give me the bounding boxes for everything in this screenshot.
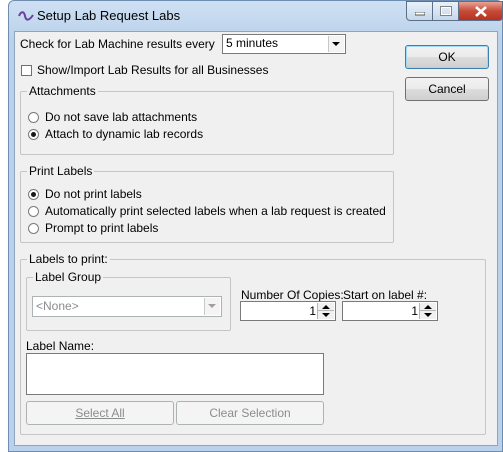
dropdown-button[interactable]: [204, 298, 220, 315]
attachments-title: Attachments: [27, 84, 98, 98]
lab-icon: [18, 11, 34, 21]
check-results-label: Check for Lab Machine results every: [20, 37, 215, 51]
chevron-down-icon: [332, 42, 340, 46]
check-interval-select[interactable]: 5 minutes: [222, 34, 346, 54]
close-button[interactable]: [459, 1, 503, 21]
labels-to-print-title: Labels to print:: [27, 252, 110, 266]
label-group-title: Label Group: [33, 270, 104, 284]
clear-selection-button[interactable]: Clear Selection: [176, 401, 324, 425]
minimize-button[interactable]: [406, 1, 433, 21]
select-all-label: Select All: [75, 406, 125, 420]
spin-buttons[interactable]: [419, 303, 436, 319]
print-option-radio[interactable]: [28, 223, 39, 234]
maximize-icon: [440, 6, 452, 16]
attachments-group: Attachments Do not save lab attachments …: [20, 84, 394, 155]
attachment-option-radio[interactable]: [28, 129, 39, 140]
attachment-option-radio[interactable]: [28, 112, 39, 123]
spin-buttons[interactable]: [317, 303, 334, 319]
label-group-value: <None>: [36, 299, 79, 313]
spin-divider: [318, 310, 334, 311]
attachment-option-label[interactable]: Do not save lab attachments: [45, 110, 197, 124]
chevron-down-icon: [208, 304, 216, 308]
dialog-client-area: Check for Lab Machine results every 5 mi…: [14, 31, 498, 446]
spin-down-icon[interactable]: [424, 313, 432, 317]
title-bar[interactable]: Setup Lab Request Labs: [9, 1, 503, 31]
spin-up-icon[interactable]: [322, 305, 330, 309]
select-all-button[interactable]: Select All: [26, 401, 174, 425]
print-labels-title: Print Labels: [27, 164, 95, 178]
show-import-label: Show/Import Lab Results for all Business…: [37, 63, 269, 77]
print-option-label[interactable]: Prompt to print labels: [45, 221, 158, 235]
spin-down-icon[interactable]: [322, 313, 330, 317]
dropdown-button[interactable]: [328, 36, 344, 52]
label-name-list[interactable]: [26, 353, 324, 395]
start-on-label-stepper[interactable]: 1: [342, 301, 438, 321]
window-title: Setup Lab Request Labs: [37, 8, 181, 23]
print-option-radio[interactable]: [28, 189, 39, 200]
number-of-copies-value: 1: [309, 304, 316, 318]
minimize-icon: [415, 12, 425, 16]
check-interval-value: 5 minutes: [226, 36, 279, 50]
ok-button[interactable]: OK: [405, 45, 489, 69]
number-of-copies-label: Number Of Copies:: [241, 288, 344, 302]
attachment-option-label[interactable]: Attach to dynamic lab records: [45, 127, 203, 141]
show-import-checkbox[interactable]: [21, 65, 32, 76]
close-icon: [475, 6, 487, 17]
start-on-label-value: 1: [411, 304, 418, 318]
number-of-copies-stepper[interactable]: 1: [240, 301, 336, 321]
print-option-radio[interactable]: [28, 206, 39, 217]
print-option-label[interactable]: Do not print labels: [45, 187, 142, 201]
spin-up-icon[interactable]: [424, 305, 432, 309]
label-group-box: Label Group <None>: [26, 270, 231, 331]
labels-to-print-group: Labels to print: Label Group <None> Numb…: [20, 252, 486, 435]
label-name-label: Label Name:: [26, 339, 95, 353]
start-on-label-label: Start on label #:: [343, 288, 428, 302]
spin-divider: [420, 310, 436, 311]
dialog-window: Setup Lab Request Labs Check for Lab Mac…: [8, 0, 503, 452]
cancel-button[interactable]: Cancel: [405, 77, 489, 101]
maximize-button[interactable]: [433, 1, 459, 21]
label-group-select[interactable]: <None>: [32, 296, 222, 317]
print-labels-group: Print Labels Do not print labels Automat…: [20, 164, 394, 243]
print-option-label[interactable]: Automatically print selected labels when…: [45, 204, 386, 218]
